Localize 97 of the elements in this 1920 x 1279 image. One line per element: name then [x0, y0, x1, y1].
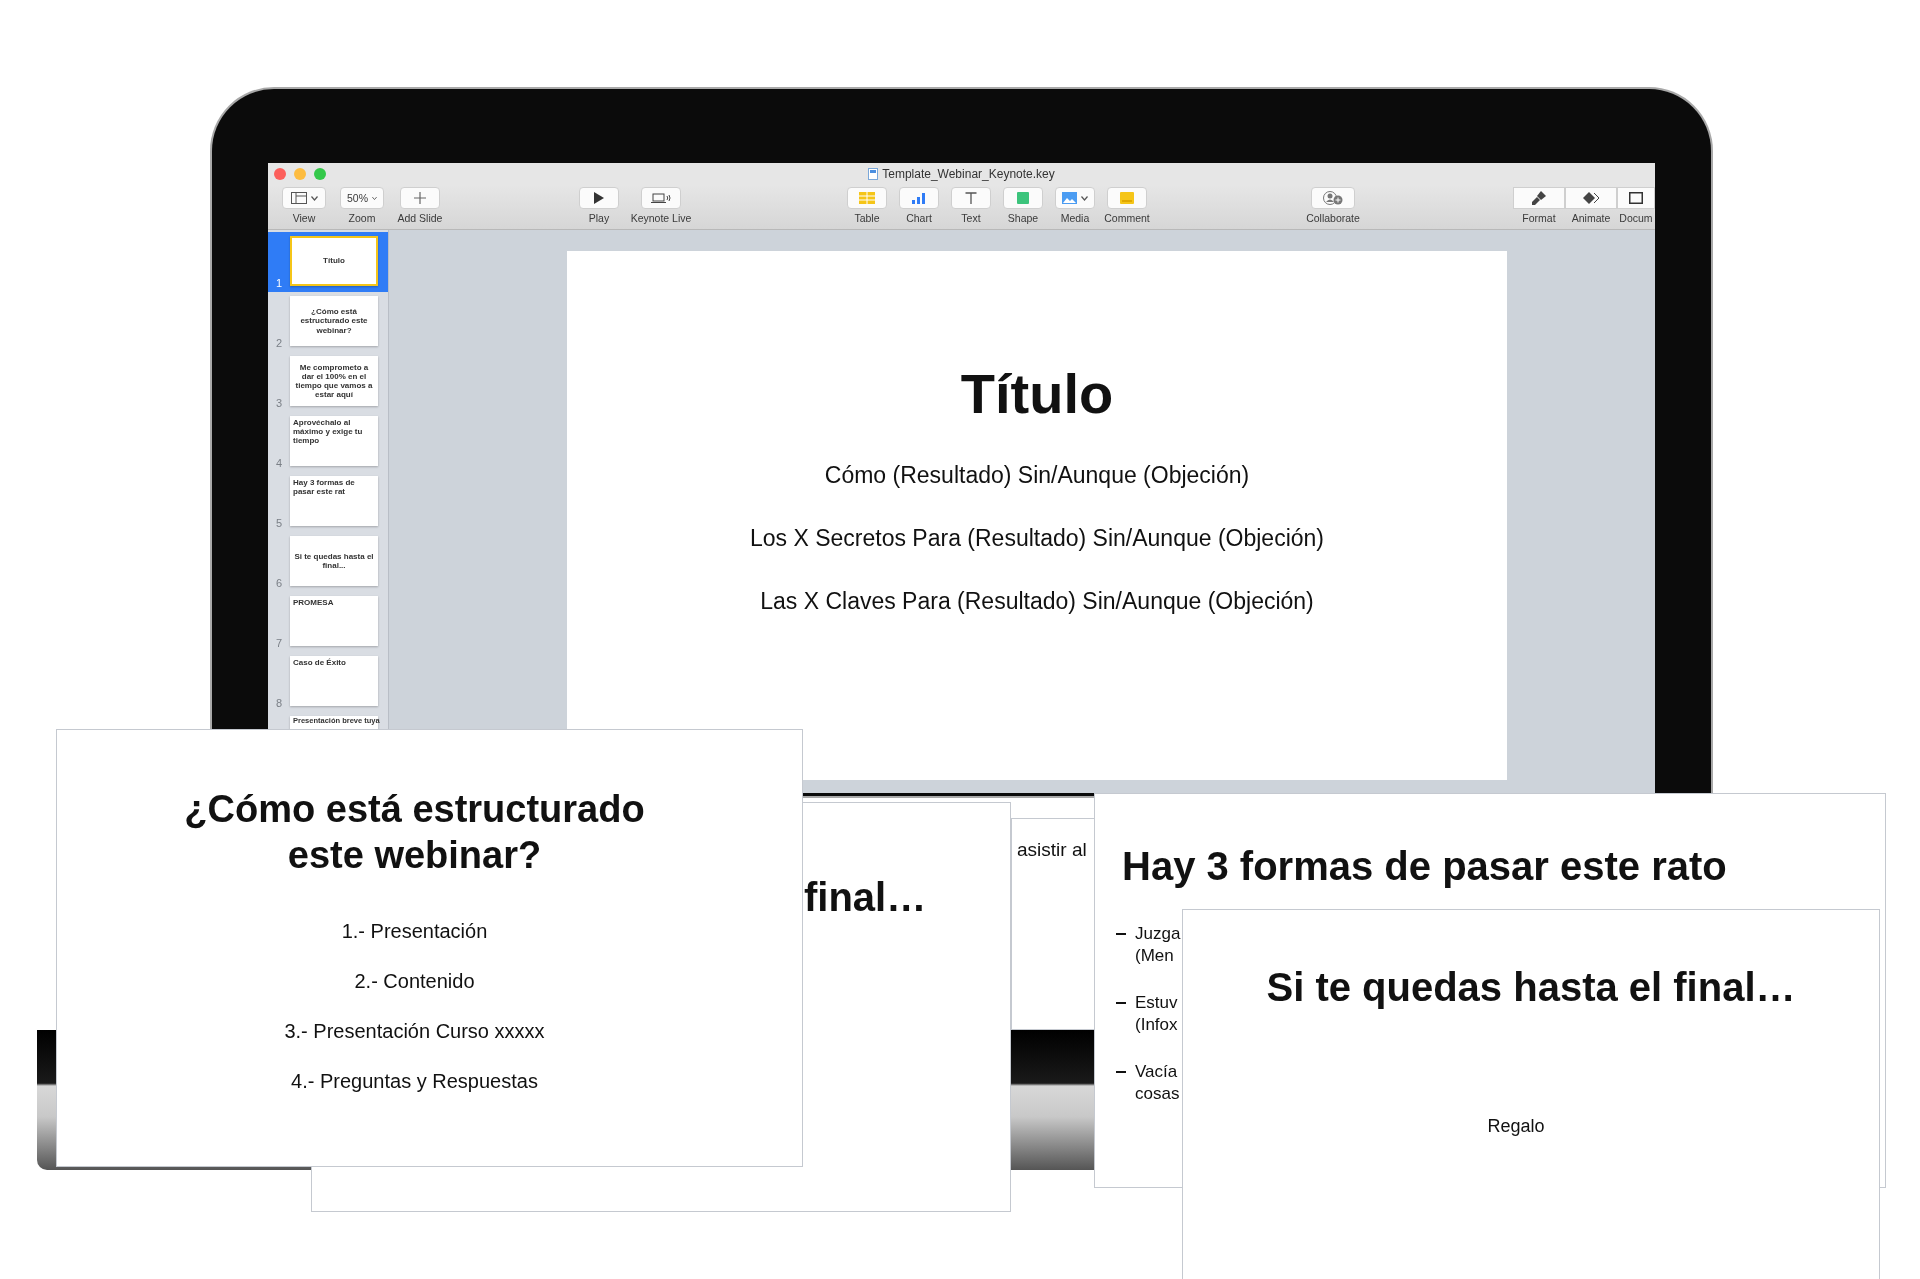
view-button[interactable] [282, 187, 326, 209]
slide-text: asistir al [1017, 839, 1087, 860]
document-button[interactable] [1617, 187, 1655, 209]
slide-thumbnail[interactable]: PROMESA [290, 596, 378, 646]
zoom-button[interactable]: 50% [340, 187, 384, 209]
slide-subtitle: Las X Claves Para (Resultado) Sin/Aunque (Objeción) [760, 588, 1314, 615]
thumbnail-title: Título [323, 256, 345, 266]
bar-chart-icon [912, 192, 926, 204]
slide-title: Si te quedas hasta el final… [1266, 965, 1796, 1010]
dash-icon [1116, 1002, 1126, 1004]
chart-button[interactable] [899, 187, 939, 209]
square-icon [1017, 192, 1029, 204]
animate-button[interactable] [1565, 187, 1617, 209]
toolbar-label: Play [588, 212, 610, 224]
toolbar-label: Docum [1619, 212, 1653, 224]
slide-thumbnail[interactable]: Hay 3 formas de pasar este rat [290, 476, 378, 526]
toolbar-label: Animate [1571, 212, 1611, 224]
slide-number: 4 [274, 457, 284, 469]
diamond-icon [1583, 192, 1599, 204]
thumbnail-title: Caso de Éxito [293, 658, 346, 668]
slide-title: Hay 3 formas de pasar este rato [1122, 844, 1728, 889]
bullet-text: Estuv [1135, 992, 1178, 1014]
bullet-text: Juzga [1135, 923, 1181, 945]
slide-thumbnail[interactable]: Caso de Éxito [290, 656, 378, 706]
slide-text: final… [804, 875, 927, 919]
thumbnail-title: Aprovéchalo al máximo y exige tu tiempo [293, 418, 364, 446]
document-icon [1629, 192, 1643, 204]
toolbar-label: Comment [1104, 212, 1150, 224]
thumbnail-title: PROMESA [293, 598, 334, 608]
toolbar-label: Add Slide [397, 212, 443, 224]
format-button[interactable] [1513, 187, 1565, 209]
toolbar-label: Chart [906, 212, 932, 224]
toolbar-label: Zoom [348, 212, 376, 224]
text-icon [965, 192, 977, 204]
caret-icon [310, 195, 318, 201]
shape-button[interactable] [1003, 187, 1043, 209]
dash-icon [1116, 1071, 1126, 1073]
table-icon [859, 192, 875, 204]
person-add-icon [1323, 191, 1343, 205]
paintbrush-icon [1532, 191, 1546, 205]
agenda-item: 4.- Preguntas y Respuestas [291, 1070, 538, 1093]
toolbar-label: View [292, 212, 316, 224]
slide-thumbnail[interactable]: Si te quedas hasta el final... [290, 536, 378, 586]
laptop-icon [651, 192, 671, 204]
toolbar-label: Shape [1007, 212, 1039, 224]
play-icon [594, 192, 604, 204]
thumbnail-title: Hay 3 formas de pasar este rat [293, 478, 356, 497]
slide-thumbnail[interactable]: ¿Cómo está estructurado este webinar? [290, 296, 378, 346]
slide-subtitle: Los X Secretos Para (Resultado) Sin/Aunque (Objeción) [750, 525, 1324, 552]
comment-button[interactable] [1107, 187, 1147, 209]
keynote-live-button[interactable] [641, 187, 681, 209]
text-button[interactable] [951, 187, 991, 209]
agenda-item: 1.- Presentación [341, 920, 488, 943]
toolbar-label: Media [1060, 212, 1090, 224]
sidebar-icon [290, 192, 307, 204]
window-title: Template_Webinar_Keynote.key [882, 167, 1055, 181]
slide-title: ¿Cómo está estructurado este webinar? [183, 787, 646, 878]
plus-icon [414, 192, 426, 204]
caret-icon [372, 195, 377, 201]
bullet-text: (Infox [1135, 1014, 1178, 1036]
slide-thumbnail[interactable]: Título [290, 236, 378, 286]
collaborate-button[interactable] [1311, 187, 1355, 209]
slide-thumbnail[interactable]: Me comprometo a dar el 100% en el tiempo que vamos a estar aquí [290, 356, 378, 406]
bullet-text: cosas [1135, 1083, 1180, 1105]
slide-number: 1 [274, 277, 284, 289]
agenda-item: 2.- Contenido [354, 970, 475, 993]
slide-number: 5 [274, 517, 284, 529]
thumbnail-title: Me comprometo a dar el 100% en el tiempo que vamos a estar aquí [294, 362, 374, 400]
caret-icon [1081, 195, 1088, 201]
bullet-text: (Men [1135, 945, 1175, 967]
toolbar-label: Table [854, 212, 880, 224]
add-slide-button[interactable] [400, 187, 440, 209]
media-button[interactable] [1055, 187, 1095, 209]
slide-number: 3 [274, 397, 284, 409]
slide-number: 8 [274, 697, 284, 709]
bullet-text: Vacía [1135, 1061, 1179, 1083]
toolbar-label: Text [961, 212, 981, 224]
toolbar-label: Collaborate [1306, 212, 1360, 224]
document-icon [868, 168, 879, 180]
slide-title: Título [960, 361, 1114, 426]
comment-icon [1120, 192, 1134, 204]
slide-number: 7 [274, 637, 284, 649]
close-button[interactable] [274, 168, 286, 180]
slide-thumbnail[interactable]: Aprovéchalo al máximo y exige tu tiempo [290, 416, 378, 466]
zoom-value: 50% [347, 192, 368, 204]
toolbar-label: Keynote Live [630, 212, 692, 224]
slide-number: 6 [274, 577, 284, 589]
slide-number: 2 [274, 337, 284, 349]
toolbar-label: Format [1522, 212, 1556, 224]
thumbnail-title: ¿Cómo está estructurado este webinar? [299, 307, 369, 335]
dash-icon [1116, 933, 1126, 935]
play-button[interactable] [579, 187, 619, 209]
agenda-item: 3.- Presentación Curso xxxxx [284, 1020, 545, 1043]
slide-subtitle: Cómo (Resultado) Sin/Aunque (Objeción) [824, 462, 1250, 489]
slide-subtitle: Regalo [1487, 1116, 1545, 1137]
image-icon [1062, 192, 1077, 204]
thumbnail-title: Si te quedas hasta el final... [293, 551, 375, 571]
